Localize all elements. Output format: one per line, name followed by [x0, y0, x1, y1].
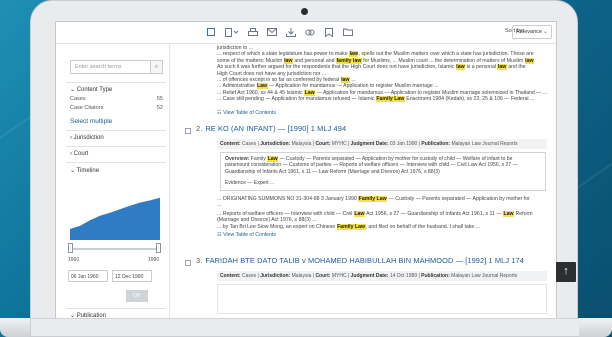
- facet-item-cases[interactable]: Cases 55: [70, 96, 163, 102]
- chevron-down-icon: ⌄: [542, 29, 548, 35]
- divider: [66, 162, 166, 163]
- result-3-checkbox[interactable]: [185, 260, 191, 266]
- search-icon[interactable]: ⌕: [150, 61, 162, 73]
- result-2-title[interactable]: 2. RE KO (AN INFANT) — [1990] 1 MLJ 494: [196, 125, 346, 132]
- divider: [66, 146, 166, 147]
- result-2-checkbox[interactable]: [185, 128, 191, 134]
- result-3-title[interactable]: 3. FARIDAH BTE DATO TALIB v MOHAMED HABIB…: [196, 257, 524, 264]
- facet-item-case-citators[interactable]: Case Citators 52: [70, 105, 163, 111]
- sort-select[interactable]: Relevance ⌄: [512, 25, 552, 39]
- filter-sidebar: Enter search terms ⌕ ⌄ Content Type Case…: [56, 44, 170, 319]
- timeline-ok-button[interactable]: OK: [126, 290, 148, 302]
- folder-icon[interactable]: [343, 27, 353, 37]
- divider: [66, 308, 166, 309]
- result-3-overview: [217, 284, 547, 314]
- timeline-histogram: [70, 197, 160, 240]
- facet-court[interactable]: › Court: [70, 151, 88, 157]
- select-all-icon[interactable]: [206, 27, 216, 37]
- timeline-slider-track[interactable]: [70, 248, 160, 250]
- divider: [66, 130, 166, 131]
- results-toolbar: Sort by: Relevance ⌄: [56, 22, 556, 44]
- camera-icon: [301, 8, 308, 15]
- view-toc-link[interactable]: ☷ View Table of Contents: [217, 110, 276, 116]
- bookmark-icon[interactable]: [324, 27, 334, 37]
- laptop-frame: Sort by: Relevance ⌄ Enter search terms …: [30, 0, 579, 337]
- timeline-year-end: 1990: [148, 257, 160, 263]
- search-placeholder: Enter search terms: [75, 64, 122, 70]
- result-1-snippet: jurisdiction to ... ... respect of which…: [217, 45, 548, 103]
- email-icon[interactable]: [267, 27, 277, 37]
- scroll-to-top-button[interactable]: ↑: [556, 262, 576, 282]
- facet-timeline[interactable]: ⌄ Timeline: [70, 167, 99, 174]
- download-icon[interactable]: [286, 27, 296, 37]
- document-dropdown-icon[interactable]: [225, 27, 239, 37]
- results-list: jurisdiction to ... ... respect of which…: [170, 44, 556, 319]
- facet-content-type[interactable]: ⌄ Content Type: [70, 86, 112, 93]
- timeline-end-handle[interactable]: [156, 243, 161, 253]
- timeline-start-handle[interactable]: [68, 243, 73, 253]
- laptop-bezel: [31, 318, 579, 336]
- timeline-year-start: 1960: [68, 257, 80, 263]
- print-icon[interactable]: [248, 27, 258, 37]
- date-to-input[interactable]: 12 Dec 1990: [112, 270, 152, 282]
- select-multiple-link[interactable]: Select multiple: [70, 118, 112, 125]
- result-2-snippet: ... ORIGINATING SUMMONS NO 31-304-88 3 J…: [217, 196, 533, 230]
- result-2-overview: Overview: Family Law — Custody — Parents…: [220, 152, 546, 191]
- view-toc-link[interactable]: ☷ View Table of Contents: [217, 232, 276, 238]
- sort-value: Relevance: [516, 29, 542, 35]
- toolbar-icons: [206, 27, 353, 37]
- screen: Sort by: Relevance ⌄ Enter search terms …: [55, 21, 557, 320]
- search-within-input[interactable]: Enter search terms ⌕: [70, 60, 163, 74]
- link-icon[interactable]: [305, 27, 315, 37]
- date-from-input[interactable]: 06 Jan 1960: [68, 270, 108, 282]
- result-2-meta: Content: Cases | Jurisdiction: Malaysia …: [217, 139, 547, 149]
- timeline-histogram-area: [70, 197, 160, 240]
- result-3-meta: Content: Cases | Jurisdiction: Malaysia …: [217, 271, 547, 281]
- facet-jurisdiction[interactable]: › Jurisdiction: [70, 135, 104, 141]
- divider: [66, 82, 166, 83]
